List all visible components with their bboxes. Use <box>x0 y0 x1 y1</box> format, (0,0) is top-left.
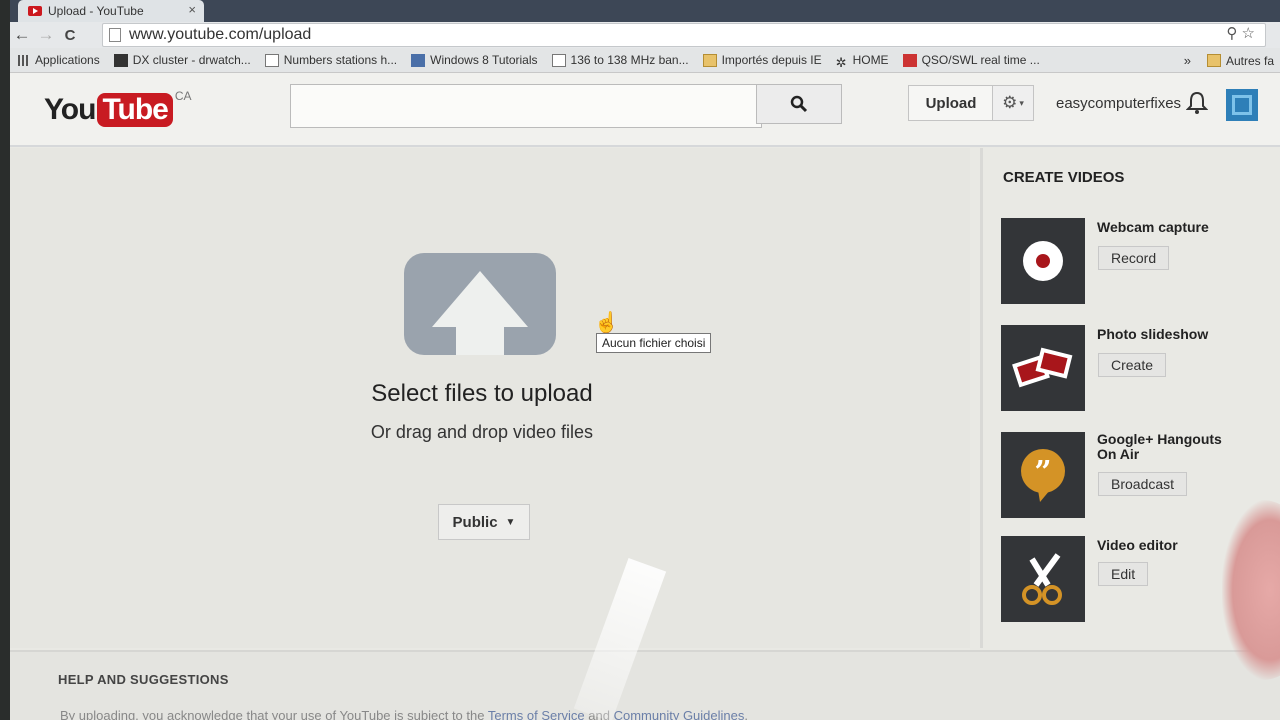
bookmark-applications[interactable]: Applications <box>18 53 100 67</box>
browser-toolbar: ← → C www.youtube.com/upload ⚲ ☆ <box>10 22 1280 48</box>
bookmark-136-mhz[interactable]: 136 to 138 MHz ban... <box>551 53 689 67</box>
settings-button[interactable]: ⚙ ▾ <box>992 85 1034 121</box>
broadcast-button[interactable]: Broadcast <box>1098 472 1188 496</box>
upload-button[interactable]: Upload <box>908 85 994 121</box>
chevron-down-icon: ▾ <box>1019 97 1024 108</box>
caret-down-icon: ▼ <box>505 516 516 528</box>
help-text: By uploading, you acknowledge that your … <box>60 708 748 720</box>
hangouts-icon[interactable]: ” <box>1001 432 1085 518</box>
select-files-text[interactable]: Select files to upload <box>350 380 614 408</box>
privacy-dropdown[interactable]: Public ▼ <box>438 504 530 540</box>
webcam-capture-item: Webcam capture Record <box>1001 218 1280 308</box>
bookmarks-bar: Applications DX cluster - drwatch... Num… <box>10 48 1280 73</box>
tab-close-icon[interactable]: × <box>188 2 196 17</box>
file-tooltip: Aucun fichier choisi <box>596 333 712 353</box>
url-text: www.youtube.com/upload <box>129 26 312 43</box>
avatar[interactable] <box>1226 89 1258 121</box>
windows-icon <box>411 53 426 67</box>
finger-in-photo <box>1222 500 1280 680</box>
bookmark-numbers-stations[interactable]: Numbers stations h... <box>264 53 397 67</box>
bookmark-importes-ie[interactable]: Importés depuis IE <box>702 53 822 67</box>
tab-upload-youtube[interactable]: Upload - YouTube × <box>18 0 204 22</box>
drag-drop-text: Or drag and drop video files <box>370 422 594 442</box>
webcam-icon[interactable] <box>1001 218 1085 304</box>
create-slideshow-button[interactable]: Create <box>1098 353 1167 377</box>
record-button[interactable]: Record <box>1098 246 1170 270</box>
help-title: HELP AND SUGGESTIONS <box>58 672 229 687</box>
page-icon <box>264 53 279 67</box>
edit-video-button[interactable]: Edit <box>1098 562 1149 586</box>
notifications-bell-icon[interactable] <box>1185 91 1209 121</box>
folder-icon <box>702 53 717 67</box>
upload-area[interactable]: Select files to upload Or drag and drop … <box>10 148 970 648</box>
terms-link[interactable]: Terms of Service <box>488 708 585 720</box>
bookmarks-overflow: » Autres fa <box>1184 53 1274 68</box>
country-code: CA <box>174 89 192 103</box>
svg-text:”: ” <box>1034 455 1051 490</box>
zoom-star-icon[interactable]: ⚲ ☆ <box>1226 24 1255 42</box>
reload-button[interactable]: C <box>58 27 82 44</box>
upload-arrow-icon[interactable] <box>404 253 556 355</box>
photo-slideshow-item: Photo slideshow Create <box>1001 325 1280 415</box>
gear-icon: ⚙ <box>1002 93 1018 112</box>
address-bar[interactable]: www.youtube.com/upload ⚲ ☆ <box>102 23 1266 47</box>
bookmark-dx-cluster[interactable]: DX cluster - drwatch... <box>113 53 251 67</box>
search-input[interactable] <box>290 84 762 128</box>
hand-cursor-icon: ☝ <box>594 312 619 334</box>
apps-icon <box>18 54 30 66</box>
dx-icon <box>113 53 128 67</box>
back-button[interactable]: ← <box>10 25 34 45</box>
bookmark-home[interactable]: ✲ HOME <box>835 53 889 70</box>
tab-strip: Upload - YouTube × <box>10 0 1280 22</box>
page-icon <box>109 28 121 42</box>
tab-title: Upload - YouTube <box>48 4 144 18</box>
bookmark-windows-8[interactable]: Windows 8 Tutorials <box>411 53 538 67</box>
folder-icon <box>1206 54 1221 67</box>
youtube-masthead: You Tube CA Upload ⚙ ▾ easycomputerfixes <box>10 73 1280 147</box>
youtube-favicon-icon <box>28 6 42 16</box>
youtube-logo[interactable]: You Tube CA <box>44 89 192 127</box>
guidelines-link[interactable]: Community Guidelines <box>614 708 745 720</box>
forward-button[interactable]: → <box>34 25 58 45</box>
bookmarks-overflow-button[interactable]: » <box>1184 53 1191 68</box>
bookmark-other[interactable]: Autres fa <box>1226 54 1274 68</box>
username[interactable]: easycomputerfixes <box>1056 95 1181 112</box>
photos-icon[interactable] <box>1001 325 1085 411</box>
create-videos-title: CREATE VIDEOS <box>1003 169 1125 186</box>
help-footer: HELP AND SUGGESTIONS By uploading, you a… <box>10 650 1280 720</box>
snowflake-icon: ✲ <box>835 54 847 70</box>
search-icon <box>790 95 808 113</box>
scissors-icon[interactable] <box>1001 536 1085 622</box>
bookmark-qso-swl[interactable]: QSO/SWL real time ... <box>902 53 1040 67</box>
page-icon <box>551 53 566 67</box>
search-button[interactable] <box>756 84 842 124</box>
qso-icon <box>902 53 917 67</box>
browser-window: Upload - YouTube × ← → C www.youtube.com… <box>10 0 1280 720</box>
